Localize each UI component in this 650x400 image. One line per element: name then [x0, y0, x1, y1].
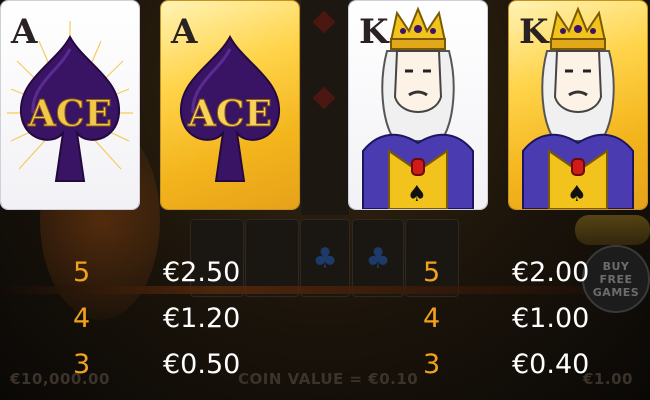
paytable-right-amount-3: €0.40 — [512, 349, 590, 380]
games-label: GAMES — [592, 285, 640, 299]
card-rank: A — [11, 12, 38, 52]
card-king-gold: ♠ K — [509, 1, 647, 209]
svg-text:♠: ♠ — [407, 182, 427, 207]
paytable-right-count-3: 3 — [423, 349, 441, 380]
paytable-left-count-4: 4 — [73, 303, 91, 334]
background-button-glow — [575, 215, 650, 245]
card-rank: A — [171, 12, 198, 52]
card-rank: K — [359, 12, 389, 52]
buy-label: BUY — [602, 259, 630, 273]
paytable-left-count-5: 5 — [73, 257, 91, 288]
paytable-right-count-5: 5 — [423, 257, 441, 288]
paytable-left-count-3: 3 — [73, 349, 91, 380]
card-ace-white: ACE A — [1, 1, 139, 209]
total-bet-value: €1.00 — [583, 370, 633, 388]
ace-face-text: ACE — [187, 93, 272, 135]
balance-value: €10,000.00 — [10, 370, 110, 388]
free-label: FREE — [599, 272, 633, 286]
paytable-right-count-4: 4 — [423, 303, 441, 334]
ace-face-text: ACE — [27, 93, 112, 135]
paytable-left-amount-5: €2.50 — [163, 257, 241, 288]
paytable-left-amount-3: €0.50 — [163, 349, 241, 380]
card-rank: K — [519, 12, 549, 52]
buy-free-games-button[interactable]: BUY FREE GAMES — [582, 245, 650, 313]
paytable-left-amount-4: €1.20 — [163, 303, 241, 334]
coin-value: COIN VALUE = €0.10 — [238, 370, 419, 388]
card-king-white: ♠ K — [349, 1, 487, 209]
paytable-right-amount-5: €2.00 — [512, 257, 590, 288]
paytable-right-amount-4: €1.00 — [512, 303, 590, 334]
card-ace-gold: ACE A — [161, 1, 299, 209]
svg-text:♠: ♠ — [567, 182, 587, 207]
